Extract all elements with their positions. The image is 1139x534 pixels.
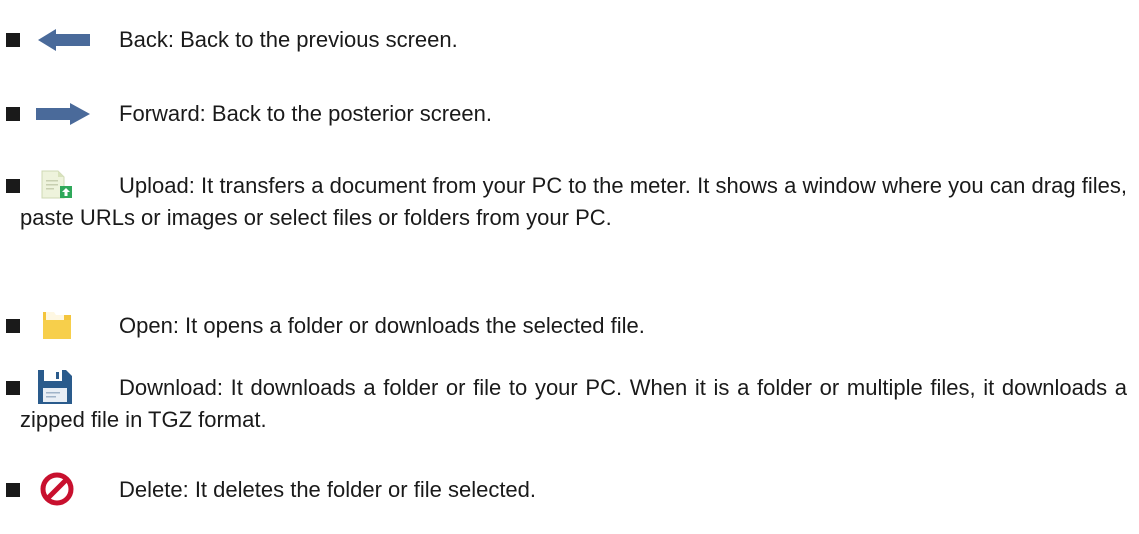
list-item-download: Download: It downloads a folder or file … [0, 370, 1139, 436]
list-item-text: Upload: It transfers a document from you… [20, 173, 1127, 230]
bullet [6, 483, 20, 497]
list-item-text: Delete: It deletes the folder or file se… [119, 477, 537, 502]
forward-arrow-icon [34, 102, 94, 131]
delete-icon [40, 472, 74, 511]
list-item-forward: Forward: Back to the posterior screen. [0, 98, 1139, 130]
list-item-open: Open: It opens a folder or downloads the… [0, 310, 1139, 342]
list-item-text: Back: Back to the previous screen. [119, 27, 458, 52]
list-item-text: Download: It downloads a folder or file … [20, 375, 1127, 432]
list-item-delete: Delete: It deletes the folder or file se… [0, 472, 1139, 506]
list-item-upload: Upload: It transfers a document from you… [0, 170, 1139, 266]
bullet [6, 319, 20, 333]
list-item-back: Back: Back to the previous screen. [0, 24, 1139, 56]
list-item-text: Forward: Back to the posterior screen. [119, 101, 492, 126]
bullet [6, 381, 20, 395]
bullet [6, 33, 20, 47]
folder-icon [40, 308, 74, 347]
bullet [6, 179, 20, 193]
bullet [6, 107, 20, 121]
back-arrow-icon [34, 28, 94, 57]
list-item-text: Open: It opens a folder or downloads the… [119, 313, 645, 338]
